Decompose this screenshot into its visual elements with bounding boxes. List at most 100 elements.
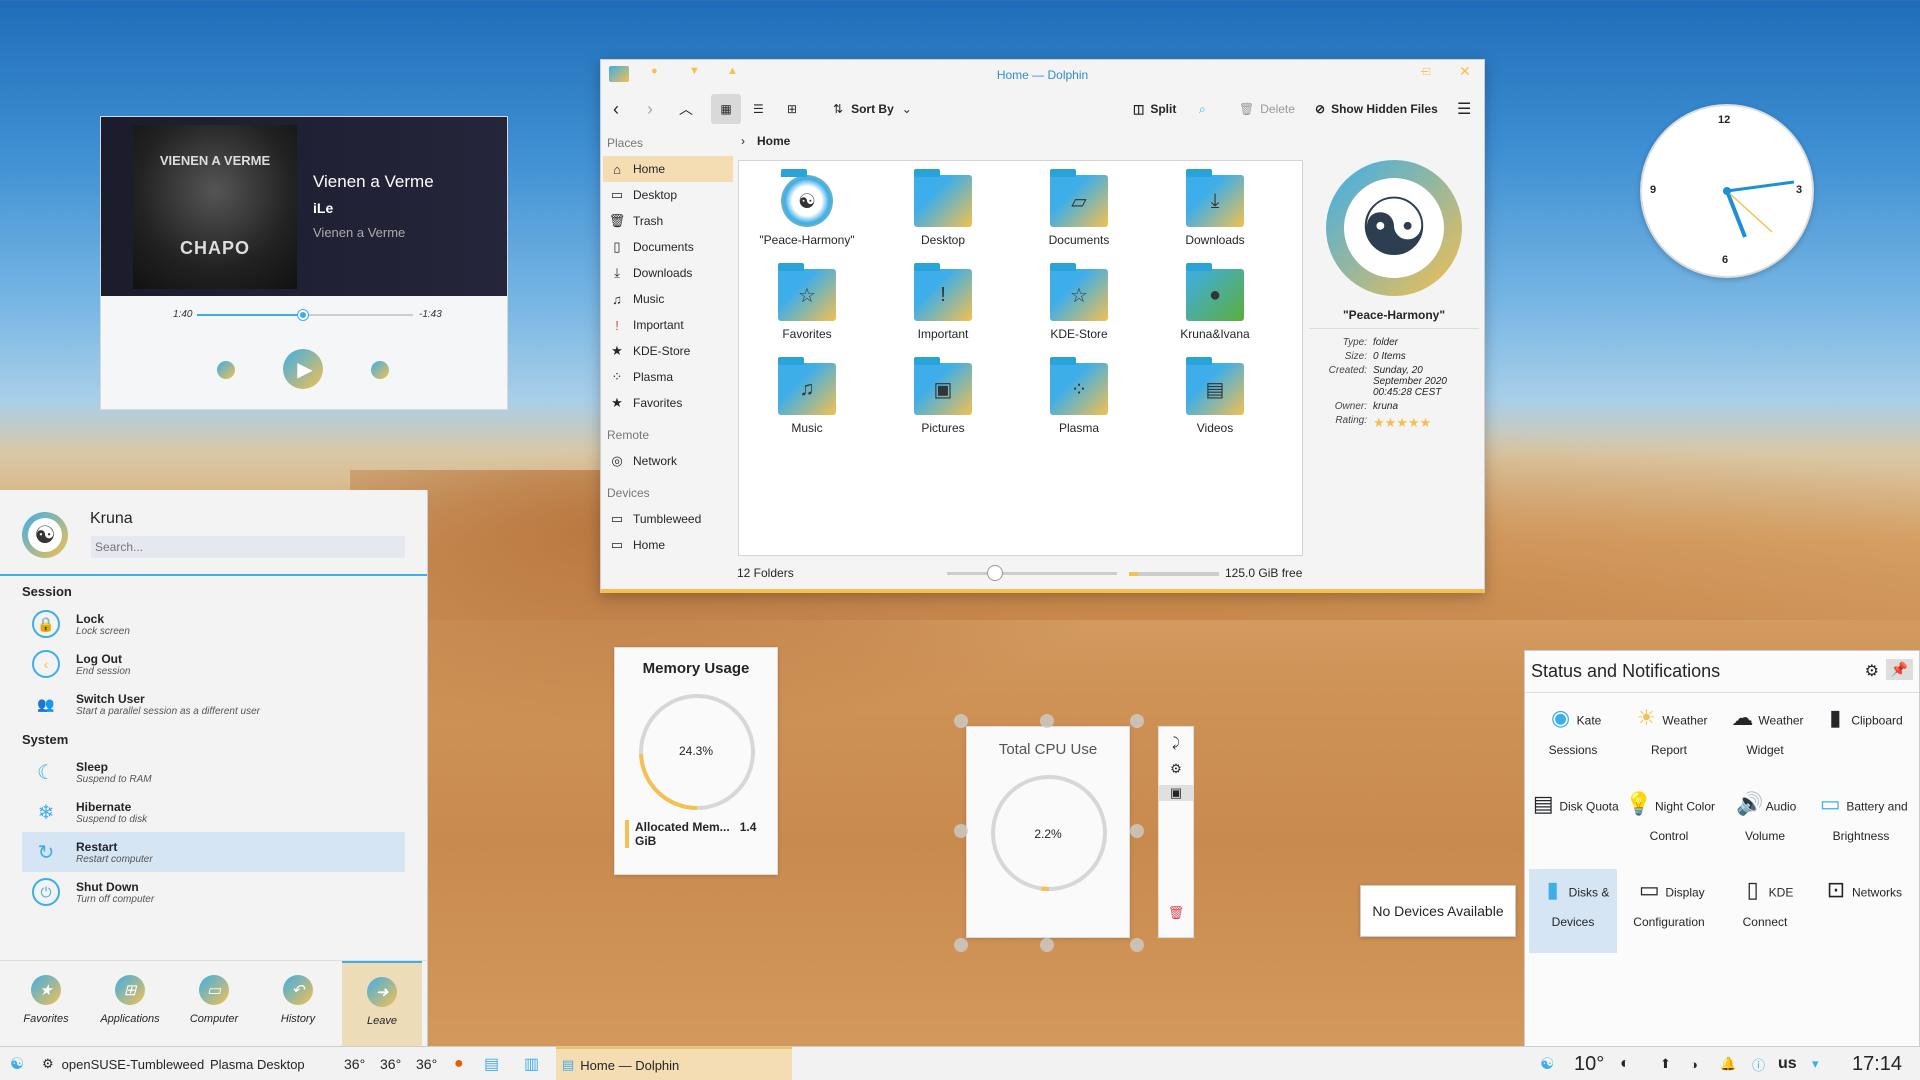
- back-icon[interactable]: ‹: [613, 94, 619, 124]
- pin-icon[interactable]: 📌: [1885, 659, 1913, 680]
- place-downloads[interactable]: ⤓ Downloads: [603, 260, 733, 286]
- file-view[interactable]: ☯ "Peace-Harmony" Desktop ▱ Documents ⤓ Dow…: [738, 160, 1303, 556]
- switch-user-item[interactable]: 👥 Switch User Start a parallel session as …: [22, 684, 405, 724]
- weather-temp[interactable]: 10°: [1574, 1047, 1604, 1080]
- folder-plasma[interactable]: ⁘ Plasma: [1019, 357, 1139, 435]
- folder-desktop[interactable]: Desktop: [883, 169, 1003, 247]
- tray-kde-connect[interactable]: ▯ KDE Connect: [1717, 873, 1813, 930]
- delete-button[interactable]: 🗑 Delete: [1239, 94, 1295, 124]
- firefox-icon[interactable]: ●: [454, 1047, 464, 1080]
- resize-handle[interactable]: [1130, 824, 1144, 838]
- remove-icon[interactable]: 🗑: [1159, 905, 1193, 921]
- zoom-slider[interactable]: [947, 565, 1117, 581]
- forward-icon[interactable]: ›: [647, 94, 653, 124]
- resize-handle[interactable]: [954, 824, 968, 838]
- folder-kruna-ivana[interactable]: ● Kruna&Ivana: [1155, 263, 1275, 341]
- folder-important[interactable]: ! Important: [883, 263, 1003, 341]
- next-track-button[interactable]: [371, 361, 389, 379]
- tray-disks-devices[interactable]: ▮ Disks & Devices: [1529, 869, 1617, 953]
- clock-time[interactable]: 17:14: [1852, 1047, 1902, 1080]
- folder-pictures[interactable]: ▣ Pictures: [883, 357, 1003, 435]
- resize-handle[interactable]: [954, 714, 968, 728]
- resize-handle[interactable]: [1040, 714, 1054, 728]
- tray-display-configuration[interactable]: ▭ Display Configuration: [1621, 873, 1717, 930]
- sleep-item[interactable]: ☾ Sleep Suspend to RAM: [22, 752, 405, 792]
- resize-handle[interactable]: [1040, 938, 1054, 952]
- settings-icon[interactable]: ⚙: [1159, 761, 1193, 777]
- breadcrumb[interactable]: › Home: [741, 134, 790, 148]
- show-hidden-files-button[interactable]: ⊘ Show Hidden Files: [1315, 94, 1438, 124]
- hibernate-item[interactable]: ❄ Hibernate Suspend to disk: [22, 792, 405, 832]
- place-favorites[interactable]: ★ Favorites: [603, 390, 733, 416]
- resize-handle[interactable]: [954, 938, 968, 952]
- yin-yang-icon[interactable]: ☯: [1540, 1047, 1554, 1080]
- folder-documents[interactable]: ▱ Documents: [1019, 169, 1139, 247]
- folder-peace-harmony[interactable]: ☯ "Peace-Harmony": [747, 169, 867, 247]
- memory-usage-widget[interactable]: Memory Usage 24.3% Allocated Mem... 1.4 G…: [614, 647, 778, 875]
- task-dolphin[interactable]: ▤ Home — Dolphin: [556, 1047, 792, 1080]
- shut-down-item[interactable]: ⏻ Shut Down Turn off computer: [22, 872, 405, 912]
- previous-track-button[interactable]: [217, 361, 235, 379]
- folder-favorites[interactable]: ☆ Favorites: [747, 263, 867, 341]
- hamburger-menu-icon[interactable]: ☰: [1457, 94, 1471, 124]
- folder-downloads[interactable]: ⤓ Downloads: [1155, 169, 1275, 247]
- tray-clipboard[interactable]: ▮ Clipboard: [1813, 701, 1909, 743]
- split-button[interactable]: ◫ Split: [1133, 94, 1176, 124]
- audio-icon[interactable]: ◑: [1690, 1047, 1698, 1080]
- alternatives-icon[interactable]: ▣: [1159, 785, 1193, 801]
- place-trash[interactable]: 🗑 Trash: [603, 208, 733, 234]
- resize-handle[interactable]: [1130, 714, 1144, 728]
- device-tumbleweed[interactable]: ▭ Tumbleweed: [603, 506, 733, 532]
- place-important[interactable]: ! Important: [603, 312, 733, 338]
- place-music[interactable]: ♫ Music: [603, 286, 733, 312]
- tab-leave[interactable]: ➜ Leave: [342, 961, 422, 1047]
- rotate-icon[interactable]: ⤸: [1159, 735, 1193, 751]
- tray-audio-volume[interactable]: 🔊 Audio Volume: [1717, 787, 1813, 844]
- search-input[interactable]: [91, 536, 405, 558]
- compact-view-icon[interactable]: ⊞: [787, 94, 797, 124]
- device-home[interactable]: ▭ Home: [603, 532, 733, 558]
- tab-history[interactable]: ↶ History: [258, 961, 338, 1047]
- tray-weather-widget[interactable]: ☁ Weather Widget: [1717, 701, 1813, 758]
- dolphin-launcher-icon[interactable]: ▤: [484, 1047, 499, 1080]
- tray-networks[interactable]: ⊡ Networks: [1813, 873, 1909, 915]
- rating-stars[interactable]: ★★★★★: [1373, 415, 1431, 431]
- tray-battery[interactable]: ▭ Battery and Brightness: [1813, 787, 1909, 844]
- title-bar[interactable]: ● ▼ ▲ Home — Dolphin – □ ✕: [601, 60, 1484, 88]
- log-out-item[interactable]: ‹ Log Out End session: [22, 644, 405, 684]
- avatar[interactable]: ☯: [22, 512, 68, 558]
- place-plasma[interactable]: ⁘ Plasma: [603, 364, 733, 390]
- night-color-icon[interactable]: ◐: [1620, 1047, 1630, 1080]
- up-icon[interactable]: ︿: [679, 94, 693, 124]
- folder-videos[interactable]: ▤ Videos: [1155, 357, 1275, 435]
- distro-label[interactable]: ⚙ openSUSE-Tumbleweed: [42, 1047, 204, 1080]
- configure-icon[interactable]: ⚙: [1865, 661, 1879, 681]
- place-desktop[interactable]: ▭ Desktop: [603, 182, 733, 208]
- tab-applications[interactable]: ⊞ Applications: [90, 961, 170, 1047]
- place-home[interactable]: ⌂ Home: [603, 156, 733, 182]
- icons-view-icon[interactable]: ▦: [711, 94, 741, 124]
- update-icon[interactable]: ⬆: [1660, 1047, 1671, 1080]
- folder-music[interactable]: ♫ Music: [747, 357, 867, 435]
- tab-computer[interactable]: ▭ Computer: [174, 961, 254, 1047]
- cpu-usage-widget[interactable]: Total CPU Use 2.2%: [966, 726, 1130, 938]
- breadcrumb-home[interactable]: Home: [757, 134, 790, 148]
- tray-weather-report[interactable]: ☀ Weather Report: [1621, 701, 1717, 758]
- play-button[interactable]: ▶: [283, 349, 323, 389]
- search-icon[interactable]: ⌕: [1199, 94, 1206, 124]
- info-icon[interactable]: ⓘ: [1752, 1047, 1765, 1080]
- lock-item[interactable]: 🔒 Lock Lock screen: [22, 604, 405, 644]
- zoom-handle[interactable]: [987, 565, 1003, 581]
- restart-item[interactable]: ↻ Restart Restart computer: [22, 832, 405, 872]
- place-documents[interactable]: ▯ Documents: [603, 234, 733, 260]
- maximize-icon[interactable]: □: [1423, 64, 1430, 78]
- place-kde-store[interactable]: ★ KDE-Store: [603, 338, 733, 364]
- tab-favorites[interactable]: ★ Favorites: [6, 961, 86, 1047]
- details-view-icon[interactable]: ☰: [753, 94, 764, 124]
- sort-by-button[interactable]: ⇅ Sort By ⌄: [833, 94, 912, 124]
- tray-night-color[interactable]: 💡 Night Color Control: [1621, 787, 1717, 844]
- desktop-label[interactable]: Plasma Desktop: [210, 1047, 305, 1080]
- seek-slider[interactable]: [197, 310, 413, 320]
- place-network[interactable]: ◎ Network: [603, 448, 733, 474]
- tray-expand-icon[interactable]: ▾: [1812, 1047, 1819, 1080]
